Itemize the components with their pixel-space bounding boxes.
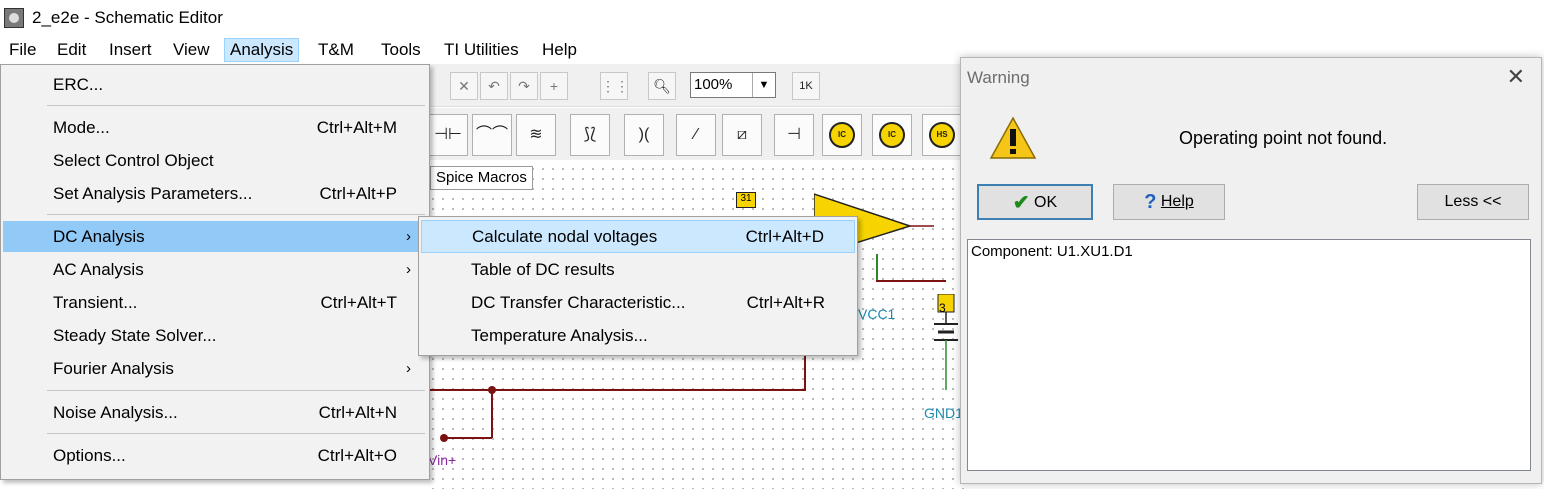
wire — [428, 389, 806, 391]
menu-separator — [47, 433, 425, 434]
menu-analysis[interactable]: Analysis — [224, 38, 300, 62]
menu-item-dc-analysis[interactable]: DC Analysis › — [3, 221, 427, 252]
capacitor-icon[interactable]: ⊣⊢ — [428, 114, 468, 156]
menu-item-select-control-object[interactable]: Select Control Object — [3, 145, 427, 176]
chevron-right-icon: › — [406, 360, 411, 377]
crosshair-icon[interactable]: + — [540, 72, 568, 100]
warning-dialog: Warning ✕ Operating point not found. ✔ O… — [960, 57, 1542, 484]
chevron-right-icon: › — [406, 228, 411, 245]
menu-help[interactable]: Help — [537, 38, 582, 62]
undo-icon[interactable]: ↶ — [480, 72, 508, 100]
transformer2-icon[interactable]: )( — [624, 114, 664, 156]
transformer-icon[interactable]: ⟆⟅ — [570, 114, 610, 156]
zoom-select[interactable]: 100% ▼ — [690, 72, 776, 98]
menu-view[interactable]: View — [168, 38, 215, 62]
menu-edit[interactable]: Edit — [52, 38, 91, 62]
menu-separator — [47, 105, 425, 106]
thermistor-icon[interactable]: ⧄ — [722, 114, 762, 156]
less-button[interactable]: Less << — [1417, 184, 1529, 220]
redo-icon[interactable]: ↷ — [510, 72, 538, 100]
pin-label: 31 — [736, 192, 756, 208]
window-title: 2_e2e - Schematic Editor — [32, 8, 223, 27]
wire — [442, 437, 492, 439]
dialog-message: Operating point not found. — [1179, 128, 1388, 148]
hs-icon[interactable]: HS — [922, 114, 962, 156]
menu-item-set-analysis-parameters[interactable]: Set Analysis Parameters... Ctrl+Alt+P — [3, 178, 427, 209]
tab-spice-macros[interactable]: Spice Macros — [430, 166, 533, 190]
menu-item-erc[interactable]: ERC... — [3, 69, 427, 100]
chevron-down-icon[interactable]: ▼ — [752, 73, 775, 97]
net-label-gnd1: GND1 — [924, 405, 963, 421]
checkmark-icon: ✔ — [1012, 192, 1030, 214]
menu-item-fourier-analysis[interactable]: Fourier Analysis › — [3, 353, 427, 384]
submenu-item-table-of-dc-results[interactable]: Table of DC results — [421, 253, 855, 286]
question-icon: ? — [1144, 191, 1157, 213]
menu-item-transient[interactable]: Transient... Ctrl+Alt+T — [3, 287, 427, 318]
net-label-vin: Vin+ — [428, 452, 457, 468]
submenu-item-dc-transfer-characteristic[interactable]: DC Transfer Characteristic... Ctrl+Alt+R — [421, 286, 855, 319]
title-bar: 2_e2e - Schematic Editor — [0, 0, 1544, 36]
menu-item-steady-state-solver[interactable]: Steady State Solver... — [3, 320, 427, 351]
inductor-icon[interactable]: ⌒⌒ — [472, 114, 512, 156]
menu-insert[interactable]: Insert — [104, 38, 157, 62]
warning-icon — [989, 116, 1037, 159]
chevron-right-icon: › — [406, 261, 411, 278]
details-textbox[interactable]: Component: U1.XU1.D1 — [967, 239, 1531, 471]
menu-separator — [47, 214, 425, 215]
analysis-menu: ERC... Mode... Ctrl+Alt+M Select Control … — [0, 64, 430, 480]
menu-ti-utilities[interactable]: TI Utilities — [439, 38, 524, 62]
ground-icon[interactable]: ⊣ — [774, 114, 814, 156]
help-button[interactable]: ? Help — [1113, 184, 1225, 220]
menu-tm[interactable]: T&M — [313, 38, 359, 62]
app-icon — [4, 8, 24, 28]
component-palette: ⊣⊢ ⌒⌒ ≋ ⟆⟅ )( ⁄ ⧄ ⊣ IC IC HS — [428, 108, 968, 160]
ic-plus-icon[interactable]: IC — [872, 114, 912, 156]
coupled-inductor-icon[interactable]: ≋ — [516, 114, 556, 156]
grid-icon[interactable]: ⋮⋮ — [600, 72, 629, 100]
menu-item-noise-analysis[interactable]: Noise Analysis... Ctrl+Alt+N — [3, 397, 427, 428]
menu-item-ac-analysis[interactable]: AC Analysis › — [3, 254, 427, 285]
wire — [876, 280, 946, 282]
dialog-title: Warning — [967, 68, 1030, 87]
ic-icon[interactable]: IC — [822, 114, 862, 156]
net-label-vcc1: VCC1 — [858, 306, 896, 322]
zoom-value: 100% — [694, 76, 733, 93]
wire-junction — [440, 434, 448, 442]
delete-icon[interactable]: ✕ — [450, 72, 478, 100]
wire — [876, 254, 878, 280]
resistor-tool-icon[interactable]: 1K — [792, 72, 820, 100]
menu-item-mode[interactable]: Mode... Ctrl+Alt+M — [3, 112, 427, 143]
switch-icon[interactable]: ⁄ — [676, 114, 716, 156]
menu-tools[interactable]: Tools — [376, 38, 426, 62]
ok-button[interactable]: ✔ OK — [977, 184, 1093, 220]
menu-file[interactable]: File — [4, 38, 41, 62]
dc-analysis-submenu: Calculate nodal voltages Ctrl+Alt+D Table… — [418, 216, 858, 356]
menu-separator — [47, 390, 425, 391]
close-icon[interactable]: ✕ — [1507, 64, 1525, 90]
submenu-item-temperature-analysis[interactable]: Temperature Analysis... — [421, 319, 855, 352]
submenu-item-calculate-nodal-voltages[interactable]: Calculate nodal voltages Ctrl+Alt+D — [421, 220, 855, 253]
battery-pin-label: 3 — [939, 301, 946, 315]
menu-item-options[interactable]: Options... Ctrl+Alt+O — [3, 440, 427, 471]
zoom-icon[interactable]: 🔍︎ — [648, 72, 676, 100]
wire — [491, 390, 493, 438]
